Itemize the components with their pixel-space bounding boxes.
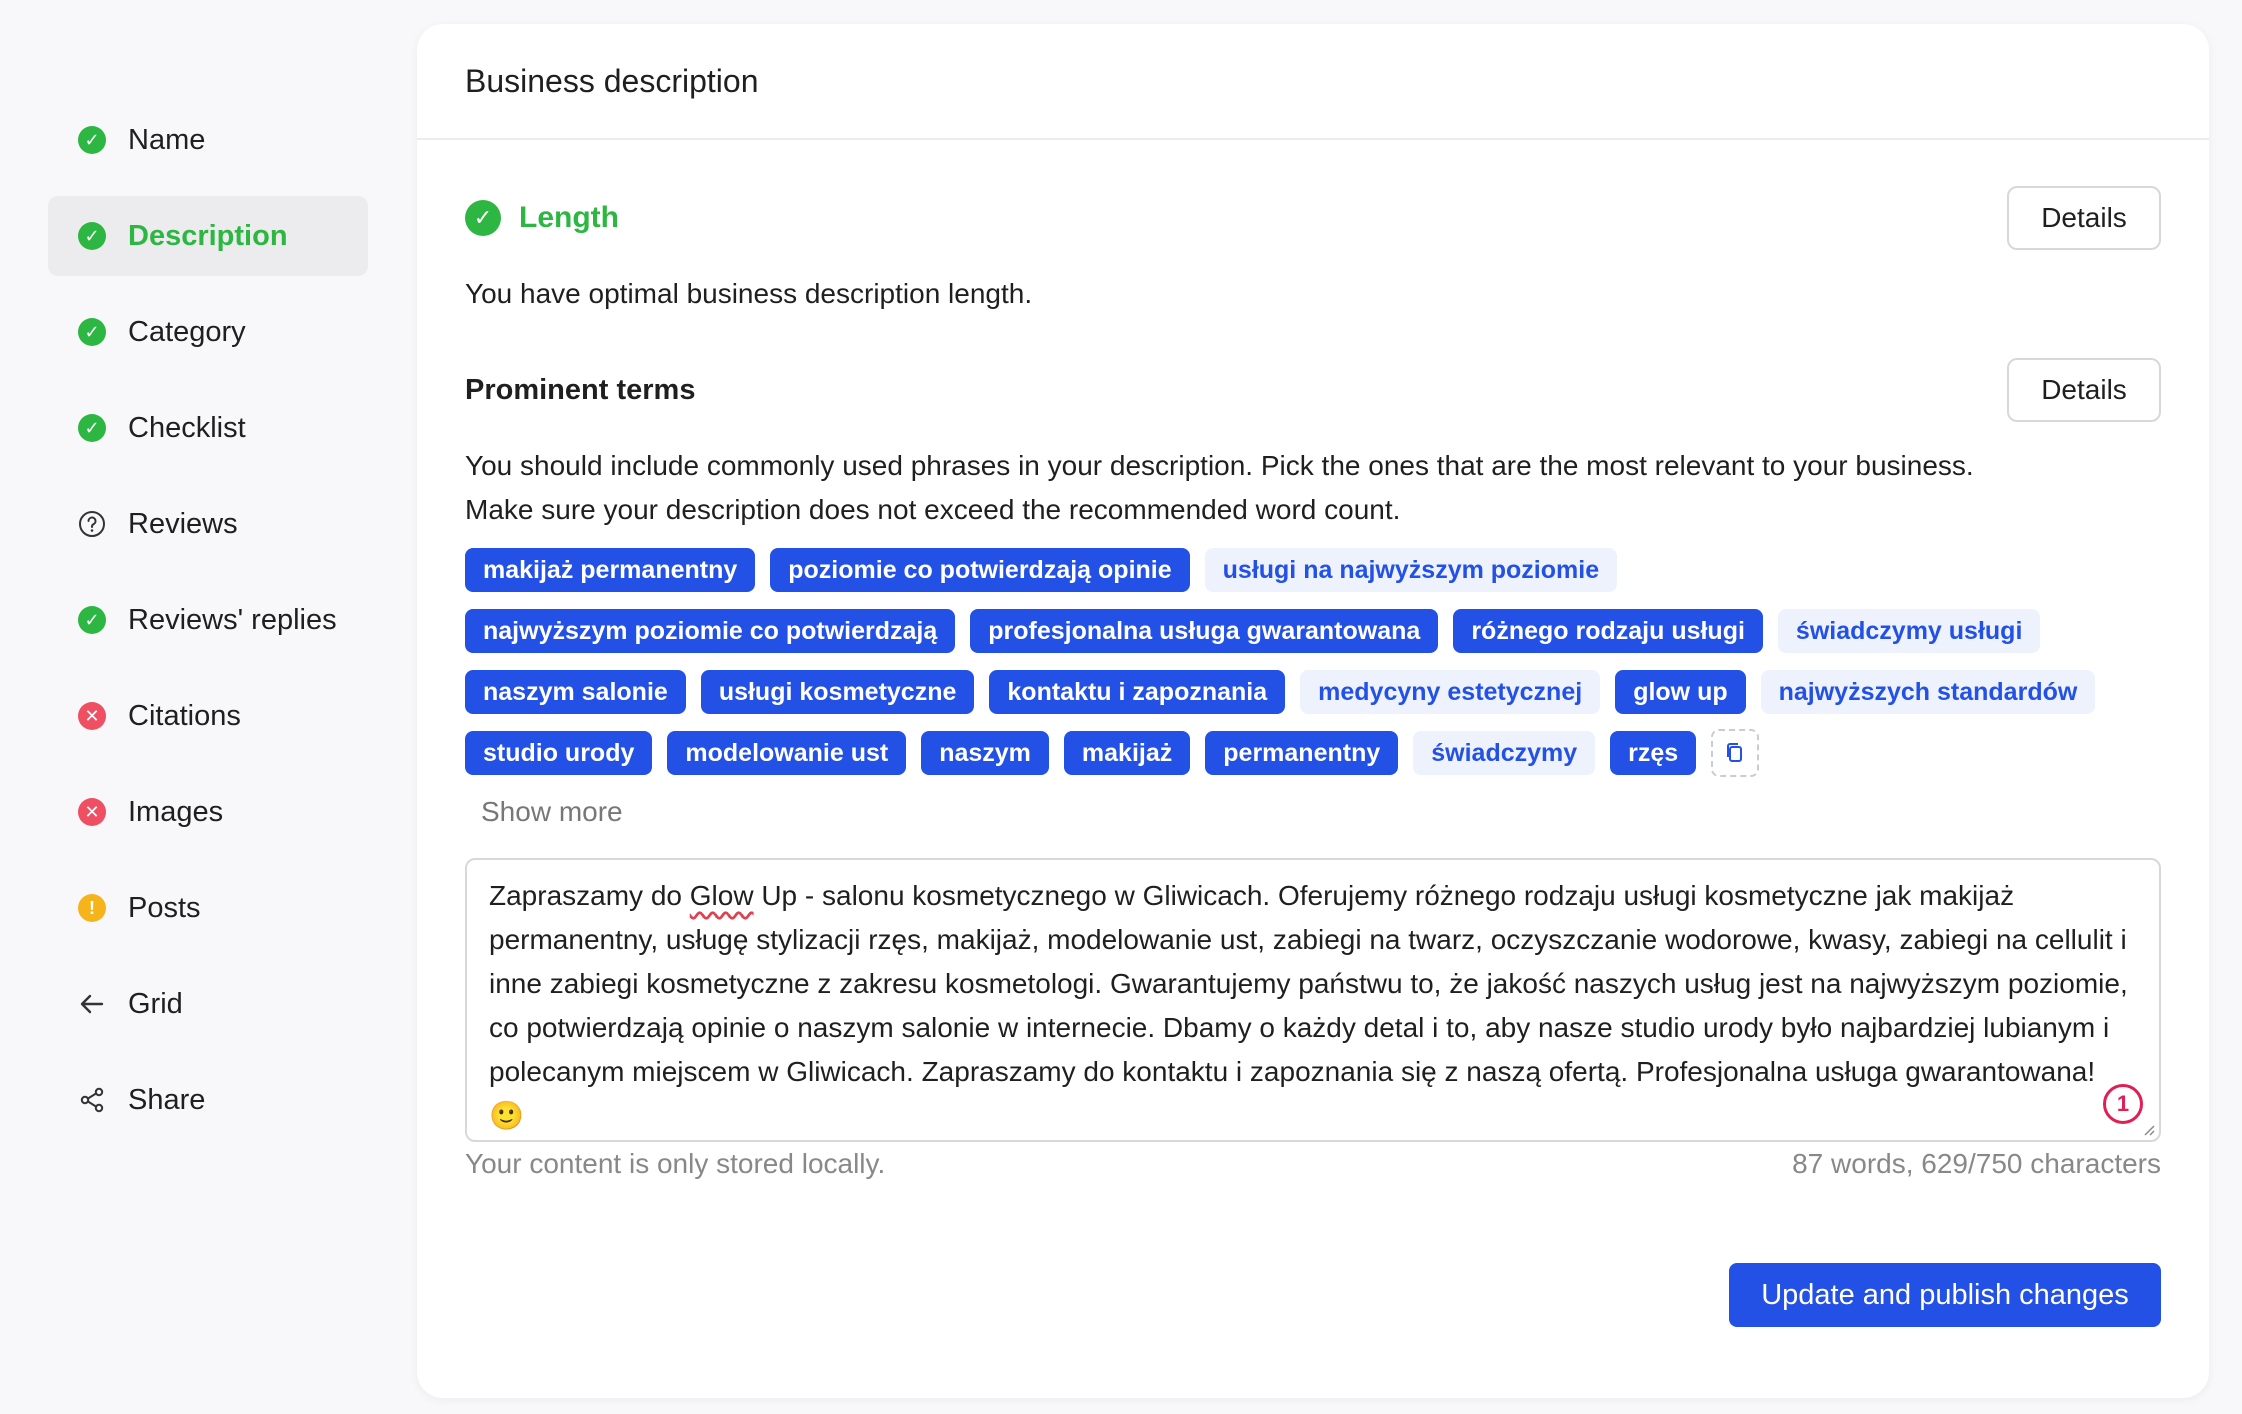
- word-count: 87 words, 629/750 characters: [1792, 1148, 2161, 1179]
- chip-row: naszym salonie usługi kosmetyczne kontaktu…: [465, 670, 2185, 714]
- term-chips: makijaż permanentny poziomie co potwierdz…: [465, 548, 2185, 777]
- sidebar-item-posts[interactable]: ! Posts: [48, 868, 368, 948]
- term-chip[interactable]: makijaż permanentny: [465, 548, 756, 592]
- description-card: Business description ✓ Length Details Yo…: [417, 24, 2209, 1398]
- check-circle-icon: ✓: [78, 126, 106, 154]
- sidebar-nav: ✓ Name ✓ Description ✓ Category ✓ Checkl…: [48, 100, 368, 1156]
- check-circle-icon: ✓: [78, 606, 106, 634]
- page-title: Business description: [465, 62, 759, 99]
- warning-circle-icon: !: [78, 894, 106, 922]
- sidebar-item-label: Name: [128, 123, 206, 156]
- resize-handle-icon[interactable]: [2141, 1122, 2155, 1136]
- term-chip[interactable]: najwyższym poziomie co potwierdzają: [465, 609, 956, 653]
- sidebar-item-citations[interactable]: ✕ Citations: [48, 676, 368, 756]
- terms-section-header: Prominent terms Details: [465, 358, 2161, 422]
- show-more-link[interactable]: Show more: [481, 792, 2161, 832]
- sidebar-item-label: Category: [128, 315, 246, 348]
- description-text-rest: Up - salonu kosmetycznego w Gliwicach. O…: [489, 880, 2128, 1131]
- check-circle-icon: ✓: [78, 222, 106, 250]
- check-circle-icon: ✓: [78, 318, 106, 346]
- sidebar-item-label: Citations: [128, 699, 241, 732]
- error-circle-icon: ✕: [78, 702, 106, 730]
- grammar-badge[interactable]: 1: [2103, 1084, 2143, 1124]
- spellcheck-word: Glow: [689, 880, 754, 911]
- length-details-button[interactable]: Details: [2007, 186, 2161, 250]
- term-chip[interactable]: rzęs: [1610, 731, 1697, 775]
- terms-message: You should include commonly used phrases…: [465, 444, 2161, 532]
- sidebar-item-grid[interactable]: Grid: [48, 964, 368, 1044]
- term-chip[interactable]: świadczymy: [1413, 731, 1596, 775]
- sidebar-item-label: Grid: [128, 987, 183, 1020]
- check-circle-icon: ✓: [465, 200, 501, 236]
- sidebar-item-label: Reviews' replies: [128, 603, 337, 636]
- card-body: ✓ Length Details You have optimal busine…: [417, 186, 2209, 1180]
- description-text-start: Zapraszamy do: [489, 880, 690, 911]
- publish-wrapper: Update and publish changes: [1729, 1263, 2161, 1327]
- chip-row: studio urody modelowanie ust naszym makijaż…: [465, 729, 2185, 777]
- term-chip[interactable]: makijaż: [1063, 731, 1191, 775]
- length-label: Length: [519, 201, 619, 234]
- card-header: Business description: [417, 24, 2209, 140]
- term-chip[interactable]: usługi na najwyższym poziomie: [1204, 548, 1618, 592]
- terms-details-button[interactable]: Details: [2007, 358, 2161, 422]
- sidebar-item-category[interactable]: ✓ Category: [48, 292, 368, 372]
- sidebar-item-images[interactable]: ✕ Images: [48, 772, 368, 852]
- publish-button[interactable]: Update and publish changes: [1729, 1263, 2161, 1327]
- terms-message-line1: You should include commonly used phrases…: [465, 450, 1974, 481]
- sidebar-item-share[interactable]: Share: [48, 1060, 368, 1140]
- term-chip[interactable]: usługi kosmetyczne: [700, 670, 975, 714]
- length-section: ✓ Length Details: [465, 186, 2161, 250]
- term-chip[interactable]: modelowanie ust: [667, 731, 907, 775]
- length-status: ✓ Length: [465, 200, 619, 236]
- terms-message-line2: Make sure your description does not exce…: [465, 494, 1401, 525]
- sidebar-item-label: Reviews: [128, 507, 238, 540]
- copy-icon[interactable]: [1711, 729, 1760, 777]
- sidebar-item-label: Checklist: [128, 411, 246, 444]
- term-chip[interactable]: glow up: [1615, 670, 1746, 714]
- term-chip[interactable]: naszym: [921, 731, 1049, 775]
- help-circle-icon: [78, 510, 106, 538]
- term-chip[interactable]: kontaktu i zapoznania: [989, 670, 1286, 714]
- term-chip[interactable]: medycyny estetycznej: [1300, 670, 1601, 714]
- error-circle-icon: ✕: [78, 798, 106, 826]
- sidebar-item-label: Images: [128, 795, 224, 828]
- textarea-meta: Your content is only stored locally. 87 …: [465, 1148, 2161, 1180]
- term-chip[interactable]: różnego rodzaju usługi: [1453, 609, 1763, 653]
- term-chip[interactable]: najwyższych standardów: [1760, 670, 2096, 714]
- term-chip[interactable]: naszym salonie: [465, 670, 686, 714]
- chip-row: najwyższym poziomie co potwierdzają profe…: [465, 609, 2185, 653]
- terms-title: Prominent terms: [465, 373, 696, 406]
- sidebar-item-label: Description: [128, 219, 288, 252]
- share-icon: [78, 1086, 106, 1114]
- sidebar-item-label: Share: [128, 1083, 206, 1116]
- term-chip[interactable]: studio urody: [465, 731, 653, 775]
- description-textarea[interactable]: Zapraszamy do Glow Up - salonu kosmetycz…: [465, 858, 2161, 1142]
- arrow-left-icon: [78, 990, 106, 1018]
- sidebar-item-description[interactable]: ✓ Description: [48, 196, 368, 276]
- term-chip[interactable]: świadczymy usługi: [1777, 609, 2041, 653]
- length-message: You have optimal business description le…: [465, 278, 1033, 309]
- sidebar-item-label: Posts: [128, 891, 201, 924]
- term-chip[interactable]: permanentny: [1205, 731, 1399, 775]
- check-circle-icon: ✓: [78, 414, 106, 442]
- chip-row: makijaż permanentny poziomie co potwierdz…: [465, 548, 2185, 592]
- sidebar-item-reviews-replies[interactable]: ✓ Reviews' replies: [48, 580, 368, 660]
- storage-note: Your content is only stored locally.: [465, 1148, 886, 1179]
- term-chip[interactable]: profesjonalna usługa gwarantowana: [970, 609, 1439, 653]
- sidebar-item-name[interactable]: ✓ Name: [48, 100, 368, 180]
- sidebar-item-reviews[interactable]: Reviews: [48, 484, 368, 564]
- term-chip[interactable]: poziomie co potwierdzają opinie: [770, 548, 1190, 592]
- sidebar-item-checklist[interactable]: ✓ Checklist: [48, 388, 368, 468]
